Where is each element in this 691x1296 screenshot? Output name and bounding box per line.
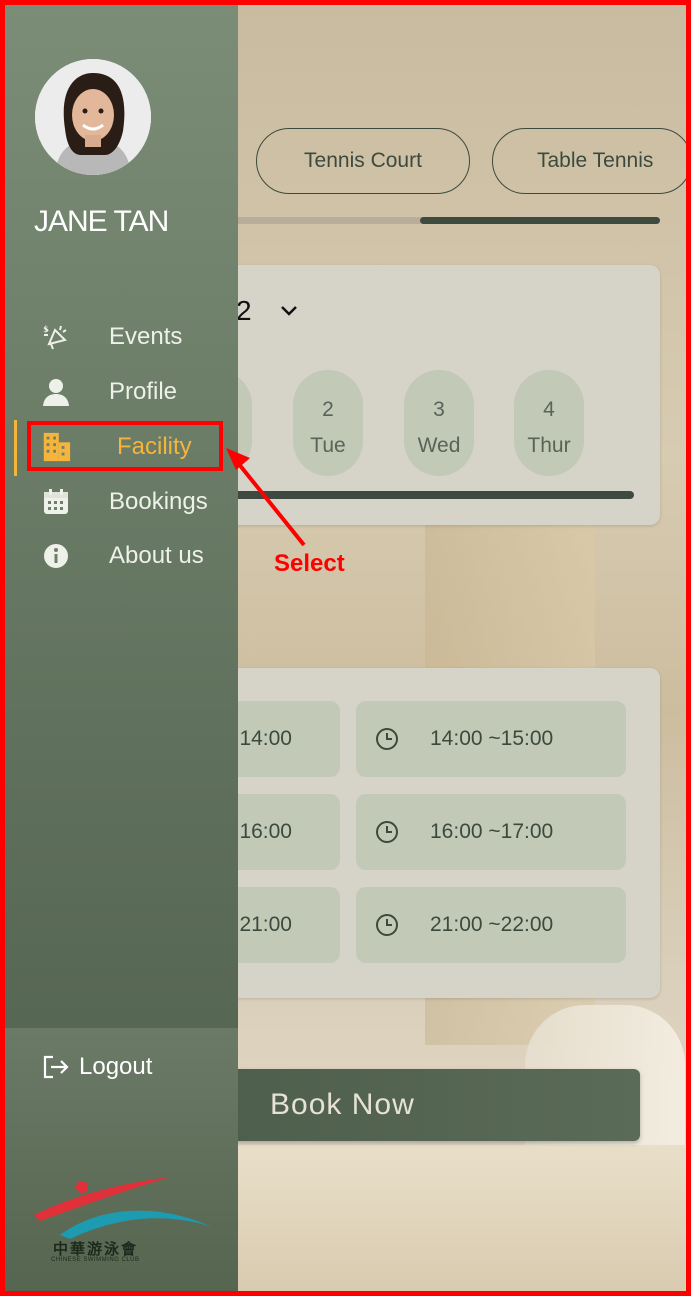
logout-label: Logout <box>79 1053 153 1080</box>
time-slot-label: 14:00 ~15:00 <box>430 727 554 750</box>
menu-item-label: Bookings <box>109 488 208 515</box>
avatar[interactable] <box>35 59 151 175</box>
book-now-label: Book Now <box>270 1088 415 1121</box>
day-weekday: Thur <box>527 434 571 457</box>
menu-item-bookings[interactable]: Bookings <box>5 478 238 526</box>
chip-scroll-indicator <box>230 217 660 224</box>
svg-text:$: $ <box>43 325 49 335</box>
time-slot-label: 14:00 <box>239 727 292 750</box>
info-icon <box>40 540 72 572</box>
day-number: 2 <box>322 398 334 421</box>
facility-chip-tennis-court[interactable]: Tennis Court <box>256 128 470 194</box>
chevron-down-icon[interactable] <box>278 299 300 321</box>
user-photo-icon <box>35 59 151 175</box>
book-now-button[interactable]: Book Now <box>200 1069 640 1141</box>
navigation-drawer: JANE TAN $ Events Profile Facility Booki… <box>5 5 238 1291</box>
logo-text-cn: 中華游泳會 <box>53 1241 139 1258</box>
megaphone-icon: $ <box>40 321 72 353</box>
clock-icon <box>376 821 398 843</box>
menu-item-label: About us <box>109 542 204 569</box>
time-slot-label: 16:00 ~17:00 <box>430 820 554 843</box>
day-number: 4 <box>543 398 555 421</box>
user-name: JANE TAN <box>34 205 169 238</box>
day-chip[interactable]: 4 Thur <box>514 370 584 476</box>
active-menu-indicator <box>14 420 17 476</box>
day-number: 3 <box>433 398 445 421</box>
logo-text-en: CHINESE SWIMMING CLUB <box>51 1257 140 1263</box>
month-selector[interactable]: 2 <box>236 295 252 327</box>
menu-item-label: Profile <box>109 378 178 405</box>
time-slot-label: 21:00 ~22:00 <box>430 913 554 936</box>
calendar-icon <box>40 486 72 518</box>
logout-button[interactable]: Logout <box>41 1053 152 1081</box>
time-slot-card: 14:00 14:00 ~15:00 16:00 16:00 ~17:00 21… <box>160 668 660 998</box>
menu-item-events[interactable]: $ Events <box>5 313 238 361</box>
annotation-arrow-icon <box>226 448 306 547</box>
chip-scroll-thumb <box>420 217 660 224</box>
clock-icon <box>376 914 398 936</box>
clock-icon <box>376 728 398 750</box>
annotation-label: Select <box>274 550 345 577</box>
time-slot[interactable]: 16:00 ~17:00 <box>356 794 626 870</box>
logout-icon <box>43 1055 69 1079</box>
time-slot[interactable]: 21:00 ~22:00 <box>356 887 626 963</box>
menu-item-profile[interactable]: Profile <box>5 368 238 416</box>
annotation-highlight-box <box>27 421 223 471</box>
facility-chip-table-tennis[interactable]: Table Tennis <box>492 128 691 194</box>
time-slot-label: 16:00 <box>239 820 292 843</box>
chip-label: Table Tennis <box>537 149 654 172</box>
menu-item-about-us[interactable]: About us <box>5 532 238 580</box>
chip-label: Tennis Court <box>304 149 422 172</box>
decor-shelf <box>235 1145 686 1291</box>
day-weekday: Wed <box>417 434 461 457</box>
time-slot-label: 21:00 <box>239 913 292 936</box>
person-icon <box>40 376 72 408</box>
menu-item-label: Events <box>109 323 183 350</box>
day-chip[interactable]: 3 Wed <box>404 370 474 476</box>
time-slot[interactable]: 14:00 ~15:00 <box>356 701 626 777</box>
